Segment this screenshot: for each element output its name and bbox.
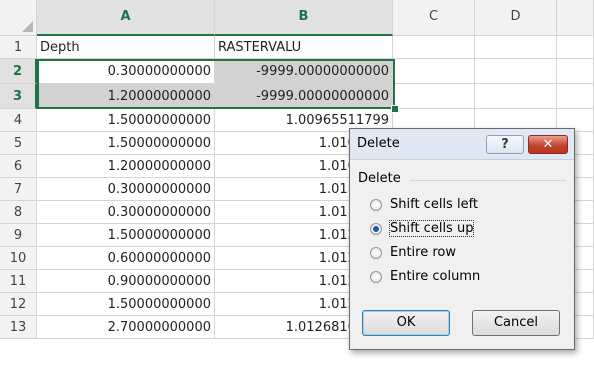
cell-a[interactable]: 0.90000000000 [37,270,215,293]
row-header[interactable]: 10 [0,247,37,270]
dialog-title-bar[interactable]: Delete ? ✕ [350,129,574,160]
cell-a[interactable]: 2.70000000000 [37,316,215,339]
cell-e3[interactable] [557,84,594,109]
cell-a[interactable]: 1.20000000000 [37,155,215,178]
row-header[interactable]: 13 [0,316,37,339]
option-label: Shift cells left [390,197,479,212]
row-header[interactable]: 9 [0,224,37,247]
cell-c3[interactable] [393,84,475,109]
help-button[interactable]: ? [486,135,524,154]
group-label: Delete [358,171,401,186]
cell-a[interactable]: 0.30000000000 [37,178,215,201]
cell-c2[interactable] [393,59,475,84]
delete-dialog: Delete ? ✕ Delete Shift cells left Shift… [349,128,575,350]
cell-a3[interactable]: 1.20000000000 [37,84,215,109]
radio-icon[interactable] [370,271,382,283]
cell-d3[interactable] [475,84,557,109]
row-header[interactable]: 11 [0,270,37,293]
column-header-b[interactable]: B [215,0,393,36]
fill-handle[interactable] [391,105,399,113]
column-header-e[interactable] [557,0,594,36]
row-header[interactable]: 7 [0,178,37,201]
cell-a[interactable]: 0.60000000000 [37,247,215,270]
cell-d2[interactable] [475,59,557,84]
cell-e1[interactable] [557,36,594,59]
cell-a2[interactable]: 0.30000000000 [37,59,215,84]
cell-e2[interactable] [557,59,594,84]
group-divider [410,180,566,181]
option-label: Entire column [390,269,481,284]
cell-a[interactable]: 1.50000000000 [37,293,215,316]
row-header[interactable]: 8 [0,201,37,224]
column-header-d[interactable]: D [475,0,557,36]
cell-b3[interactable]: -9999.00000000000 [215,84,393,109]
select-all-corner[interactable] [0,0,37,36]
cell-d1[interactable] [475,36,557,59]
option-label: Shift cells up [388,220,475,237]
column-header-a[interactable]: A [37,0,215,36]
cell-a[interactable]: 1.50000000000 [37,224,215,247]
cell-c1[interactable] [393,36,475,59]
option-label: Entire row [390,245,456,260]
radio-icon[interactable] [370,199,382,211]
cell-a1[interactable]: Depth [37,36,215,59]
row-header[interactable]: 6 [0,155,37,178]
cell-a[interactable]: 1.50000000000 [37,132,215,155]
cell-a[interactable]: 0.30000000000 [37,201,215,224]
radio-checked-icon[interactable] [370,223,382,235]
row-header[interactable]: 3 [0,84,37,109]
row-header[interactable]: 12 [0,293,37,316]
radio-icon[interactable] [370,247,382,259]
ok-button[interactable]: OK [362,310,450,336]
select-all-icon [22,21,33,32]
row-header[interactable]: 5 [0,132,37,155]
cell-a[interactable]: 1.50000000000 [37,109,215,132]
column-header-c[interactable]: C [393,0,475,36]
cancel-button[interactable]: Cancel [472,310,560,336]
row-header[interactable]: 1 [0,36,37,59]
cell-b1[interactable]: RASTERVALU [215,36,393,59]
row-header[interactable]: 4 [0,109,37,132]
close-button[interactable]: ✕ [528,135,568,154]
dialog-title: Delete [357,136,400,151]
row-header[interactable]: 2 [0,59,37,84]
cell-b2[interactable]: -9999.00000000000 [215,59,393,84]
